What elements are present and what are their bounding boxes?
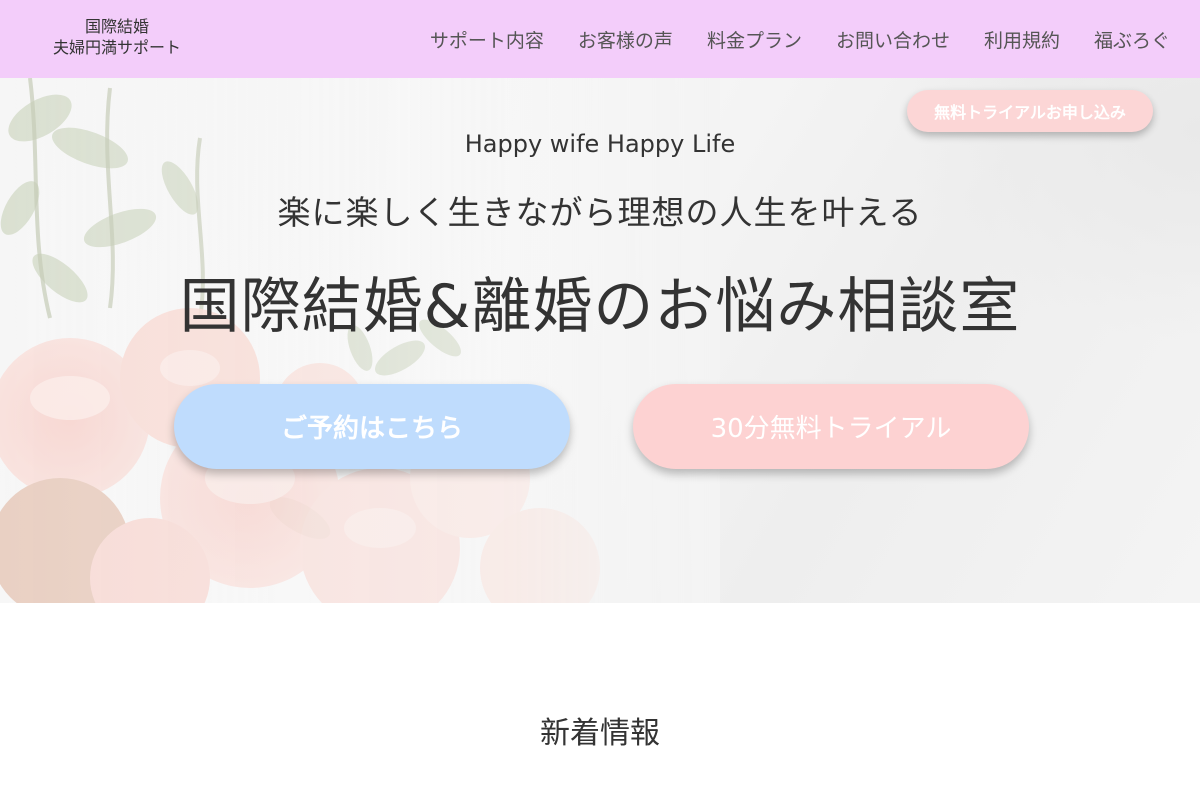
hero-title: 国際結婚&離婚のお悩み相談室	[179, 272, 1021, 342]
nav-contact[interactable]: お問い合わせ	[836, 26, 950, 53]
news-heading: 新着情報	[540, 716, 660, 751]
site-header: 国際結婚 夫婦円満サポート サポート内容 お客様の声 料金プラン お問い合わせ …	[0, 0, 1200, 78]
main-nav: サポート内容 お客様の声 料金プラン お問い合わせ 利用規約 福ぶろぐ	[430, 0, 1170, 78]
nav-support[interactable]: サポート内容	[430, 26, 544, 53]
hero-subtitle: 楽に楽しく生きながら理想の人生を叶える	[277, 193, 923, 232]
nav-blog[interactable]: 福ぶろぐ	[1094, 26, 1170, 53]
hero-section: 無料トライアルお申し込み Happy wife Happy Life 楽に楽しく…	[0, 78, 1200, 603]
nav-testimonials[interactable]: お客様の声	[578, 26, 673, 53]
hero-tagline: Happy wife Happy Life	[464, 130, 736, 158]
hero-content: 無料トライアルお申し込み Happy wife Happy Life 楽に楽しく…	[0, 78, 1200, 603]
nav-terms[interactable]: 利用規約	[984, 26, 1060, 53]
nav-pricing[interactable]: 料金プラン	[707, 26, 802, 53]
logo-line-2: 夫婦円満サポート	[52, 38, 181, 57]
free-trial-apply-button[interactable]: 無料トライアルお申し込み	[907, 90, 1153, 132]
site-logo[interactable]: 国際結婚 夫婦円満サポート	[42, 16, 192, 58]
logo-line-1: 国際結婚	[84, 17, 149, 36]
reservation-button[interactable]: ご予約はこちら	[174, 384, 570, 469]
trial-30min-button[interactable]: 30分無料トライアル	[633, 384, 1029, 469]
